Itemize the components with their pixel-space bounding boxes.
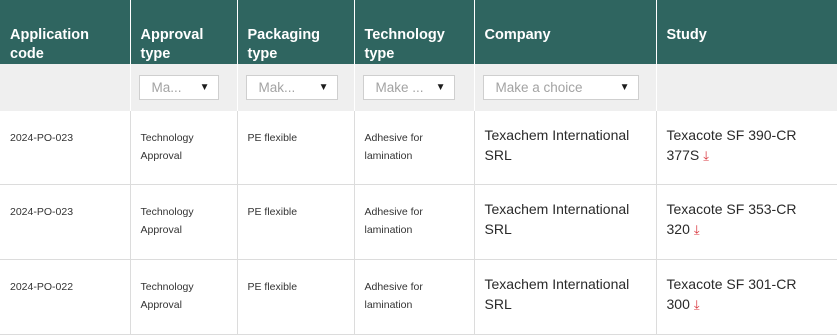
cell-packaging-type: PE flexible: [237, 111, 355, 185]
select-value: Ma...: [151, 80, 182, 95]
column-header-packaging-type[interactable]: Packaging type: [237, 0, 355, 64]
company-name: Texachem International SRL: [484, 200, 630, 237]
cell-company: Texachem International SRL: [474, 259, 657, 335]
company-select[interactable]: Make a choice ▼: [482, 75, 639, 100]
company-name: Texachem International SRL: [484, 127, 630, 163]
column-header-approval-type[interactable]: Approval type: [130, 0, 238, 64]
filter-cell-technology: Make ... ▼: [354, 64, 475, 111]
column-header-technology-type[interactable]: Technology type: [354, 0, 475, 64]
caret-down-icon: ▼: [435, 82, 446, 93]
cell-technology-type: Adhesive for lamination: [354, 111, 475, 185]
cell-study: Texacote SF 353-CR 320 ⤓: [656, 184, 837, 260]
column-header-study[interactable]: Study: [656, 0, 837, 64]
cell-technology-type: Adhesive for lamination: [354, 259, 475, 335]
cell-study: Texacote SF 301-CR 300 ⤓: [656, 259, 837, 335]
cell-approval-type: Technology Approval: [130, 111, 238, 185]
filter-cell-empty: [656, 64, 837, 111]
download-icon[interactable]: ⤓: [694, 222, 700, 237]
column-header-application-code[interactable]: Application code: [0, 0, 131, 64]
download-icon[interactable]: ⤓: [694, 297, 700, 312]
cell-company: Texachem International SRL: [474, 111, 657, 185]
column-header-company[interactable]: Company: [474, 0, 657, 64]
table-row: 2024-PO-023 Technology Approval PE flexi…: [0, 184, 837, 260]
download-icon[interactable]: ⤓: [703, 148, 709, 163]
select-value: Make ...: [375, 80, 424, 95]
filter-cell-company: Make a choice ▼: [474, 64, 657, 111]
caret-down-icon: ▼: [318, 82, 329, 93]
study-name: Texacote SF 301-CR 300: [666, 275, 797, 312]
caret-down-icon: ▼: [619, 82, 630, 93]
cell-study: Texacote SF 390-CR 377S ⤓: [656, 111, 837, 185]
table-row: 2024-PO-022 Technology Approval PE flexi…: [0, 259, 837, 335]
applications-table: Application code Approval type Packaging…: [0, 0, 837, 335]
filter-cell-empty: [0, 64, 131, 111]
filter-row: Ma... ▼ Mak... ▼ Make ... ▼ Make a choic…: [0, 64, 837, 111]
caret-down-icon: ▼: [199, 82, 210, 93]
technology-type-select[interactable]: Make ... ▼: [362, 75, 455, 100]
header-row: Application code Approval type Packaging…: [0, 0, 837, 64]
cell-packaging-type: PE flexible: [237, 184, 355, 260]
cell-technology-type: Adhesive for lamination: [354, 184, 475, 260]
company-name: Texachem International SRL: [484, 275, 630, 312]
packaging-type-select[interactable]: Mak... ▼: [245, 75, 338, 100]
approval-type-select[interactable]: Ma... ▼: [138, 75, 219, 100]
filter-cell-packaging: Mak... ▼: [237, 64, 355, 111]
cell-approval-type: Technology Approval: [130, 184, 238, 260]
study-name: Texacote SF 353-CR 320: [666, 200, 797, 237]
table-row: 2024-PO-023 Technology Approval PE flexi…: [0, 111, 837, 185]
cell-company: Texachem International SRL: [474, 184, 657, 260]
select-value: Make a choice: [495, 80, 583, 95]
select-value: Mak...: [258, 80, 296, 95]
cell-approval-type: Technology Approval: [130, 259, 238, 335]
cell-application-code: 2024-PO-023: [0, 111, 131, 185]
cell-packaging-type: PE flexible: [237, 259, 355, 335]
study-name: Texacote SF 390-CR 377S: [666, 127, 797, 163]
filter-cell-approval: Ma... ▼: [130, 64, 238, 111]
cell-application-code: 2024-PO-023: [0, 184, 131, 260]
cell-application-code: 2024-PO-022: [0, 259, 131, 335]
